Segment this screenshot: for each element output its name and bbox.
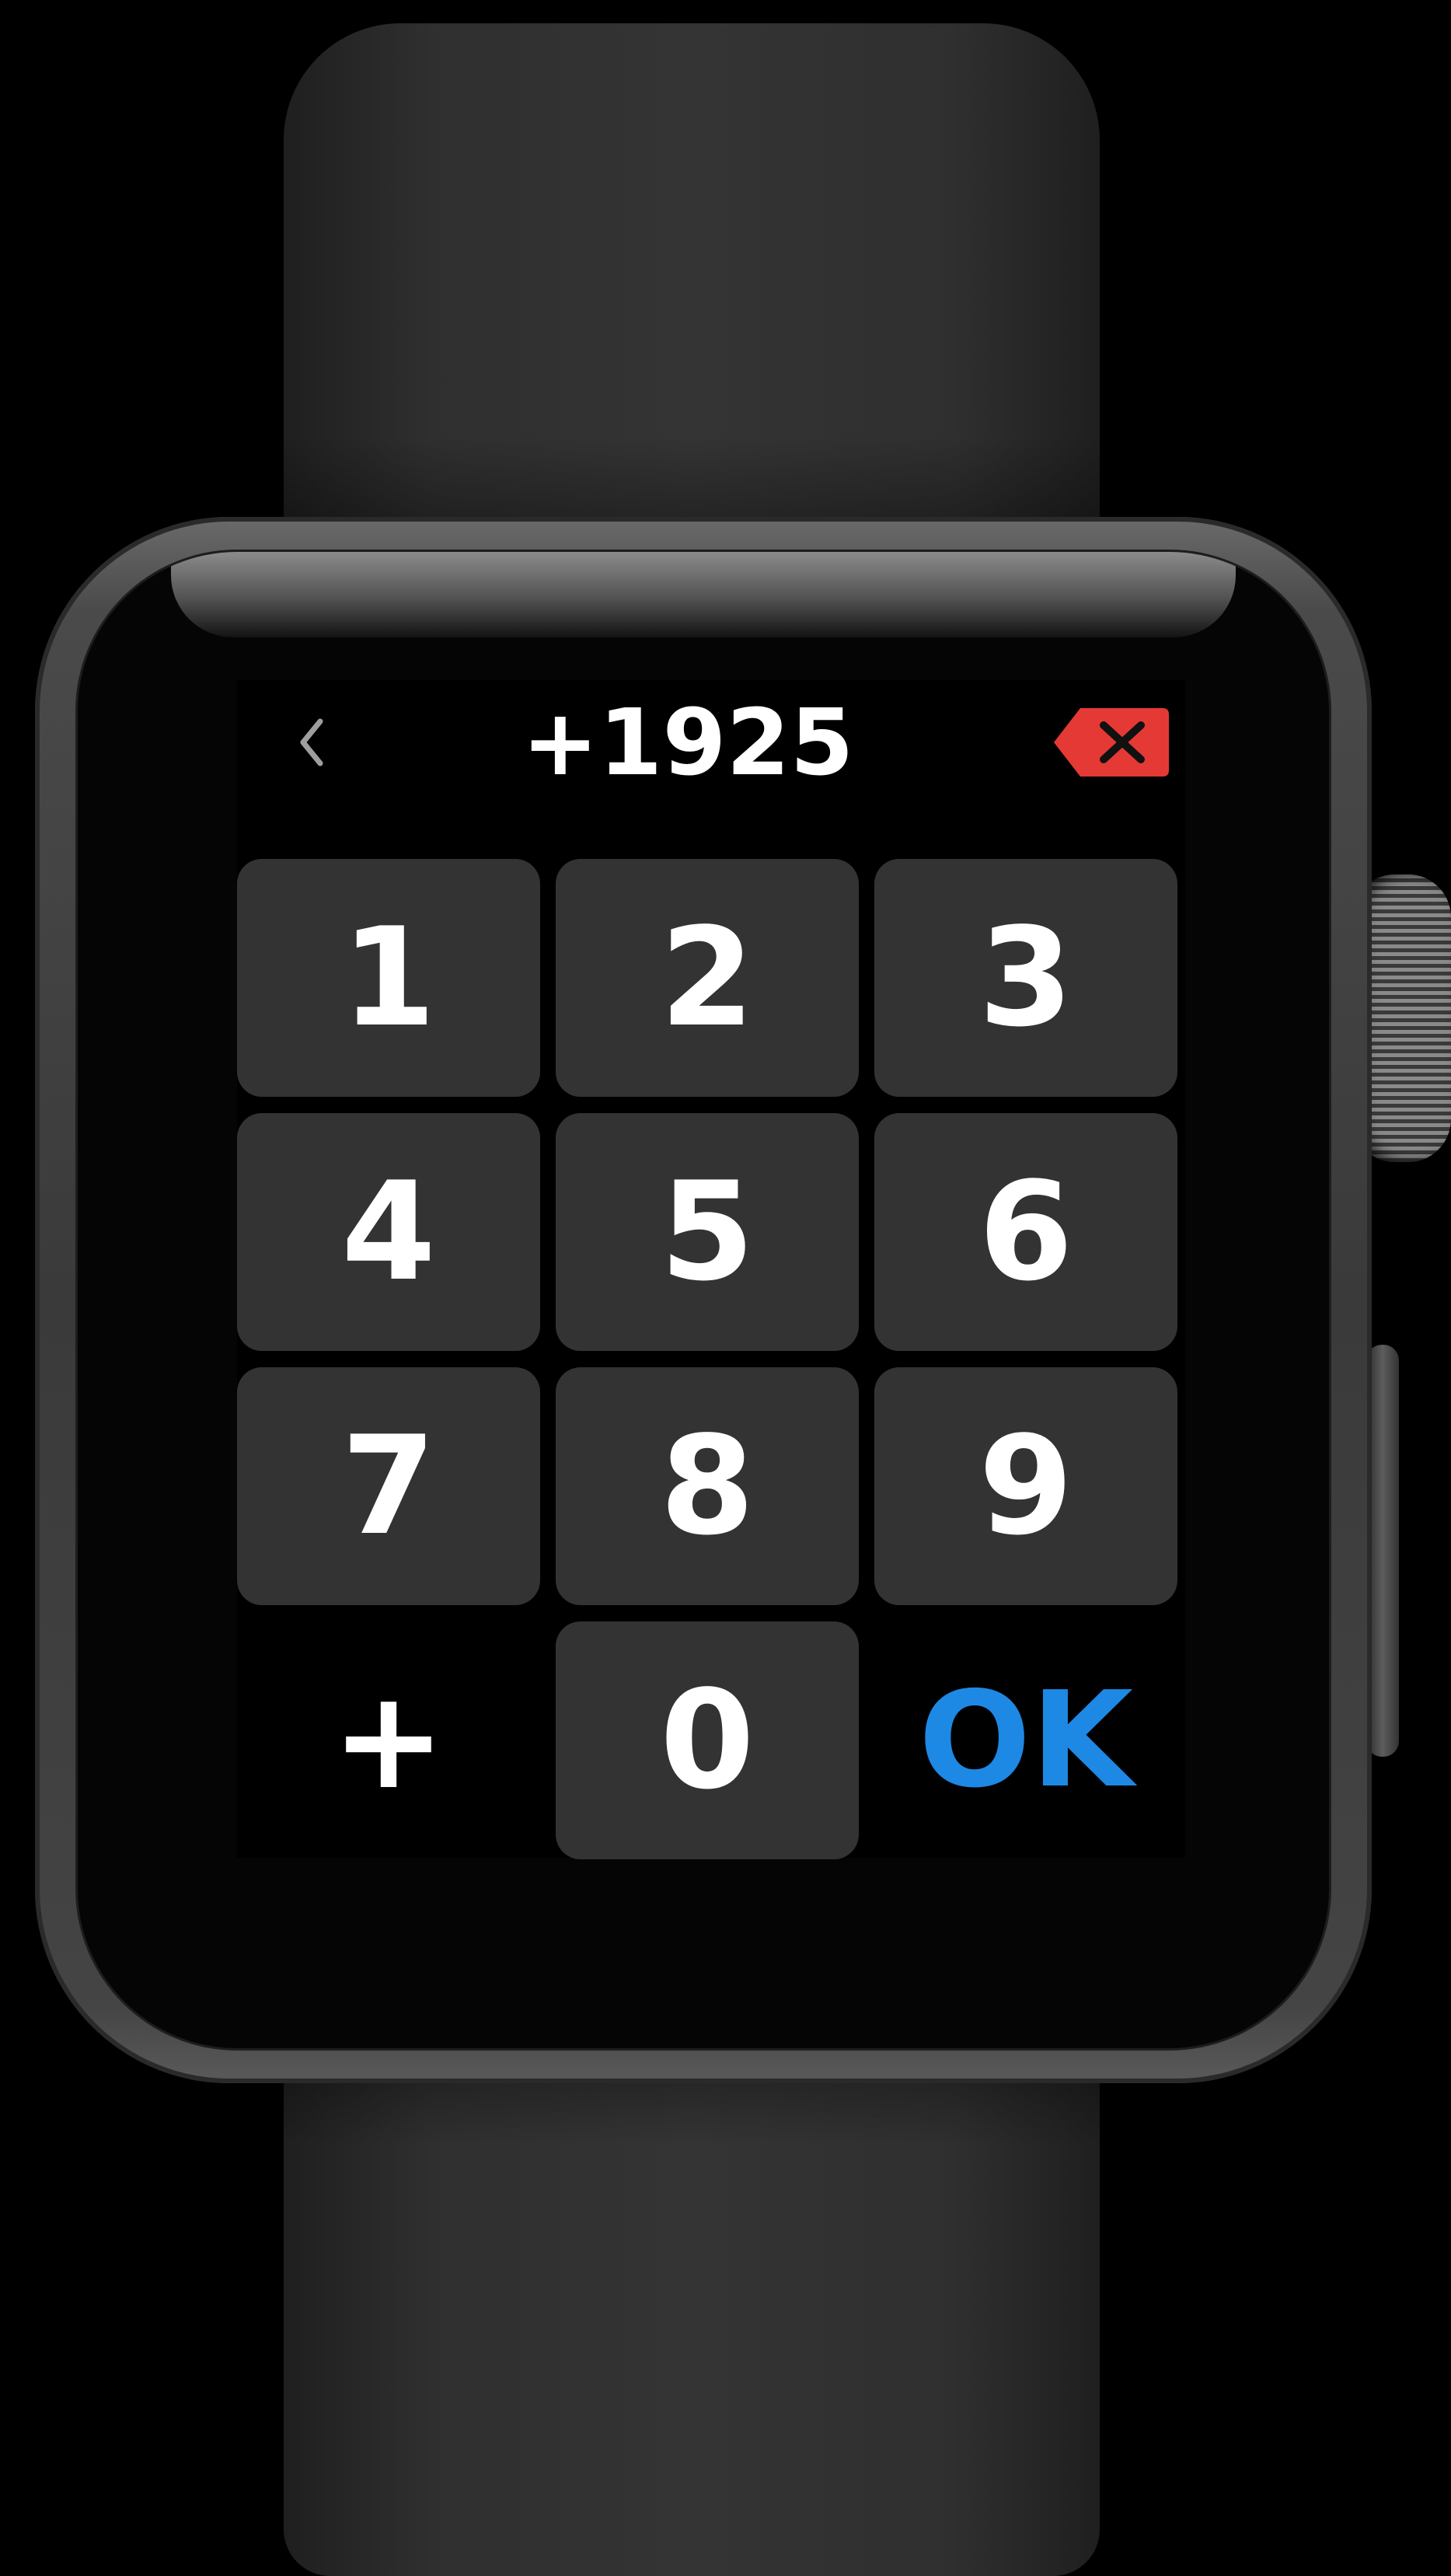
dialed-number: +1925 xyxy=(521,689,854,796)
watch-screen: +1925 1 2 3 4 5 6 7 8 9 + 0 OK xyxy=(237,680,1185,1859)
key-8[interactable]: 8 xyxy=(556,1367,859,1605)
key-2[interactable]: 2 xyxy=(556,859,859,1097)
delete-button[interactable] xyxy=(1049,703,1174,781)
back-button[interactable] xyxy=(284,703,338,781)
watch-band-top xyxy=(284,23,1100,560)
glass-reflection xyxy=(171,552,1236,637)
dialer-header: +1925 xyxy=(237,680,1185,805)
key-4[interactable]: 4 xyxy=(237,1113,540,1351)
ok-button[interactable]: OK xyxy=(874,1621,1177,1859)
backspace-icon xyxy=(1054,708,1169,777)
key-1[interactable]: 1 xyxy=(237,859,540,1097)
keypad: 1 2 3 4 5 6 7 8 9 + 0 OK xyxy=(237,859,1185,1862)
key-plus[interactable]: + xyxy=(237,1621,540,1859)
watch-band-bottom xyxy=(284,2037,1100,2576)
key-6[interactable]: 6 xyxy=(874,1113,1177,1351)
key-7[interactable]: 7 xyxy=(237,1367,540,1605)
key-5[interactable]: 5 xyxy=(556,1113,859,1351)
chevron-left-icon xyxy=(300,718,323,766)
key-9[interactable]: 9 xyxy=(874,1367,1177,1605)
key-3[interactable]: 3 xyxy=(874,859,1177,1097)
key-0[interactable]: 0 xyxy=(556,1621,859,1859)
